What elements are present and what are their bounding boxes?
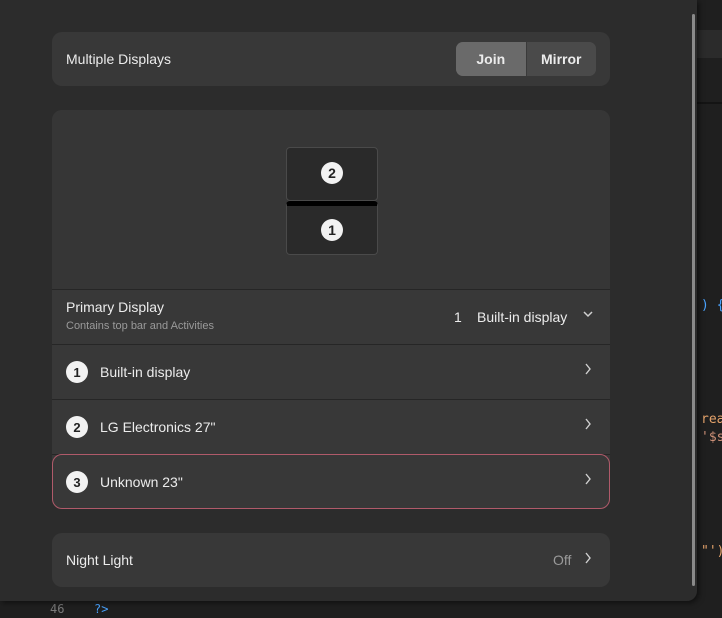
primary-display-title: Primary Display [66,299,165,315]
chevron-right-icon [583,361,593,382]
scrollbar[interactable] [692,14,695,586]
chevron-down-icon[interactable] [582,308,594,323]
monitor-number-badge: 1 [321,219,343,241]
focus-ring [52,454,610,509]
monitor-1-preview[interactable]: 1 [286,201,378,255]
divider [52,289,610,290]
code-fragment: rea [701,412,722,427]
chevron-right-icon [583,550,593,571]
mirror-button[interactable]: Mirror [526,42,596,76]
night-light-status: Off [553,552,572,568]
multiple-displays-label: Multiple Displays [66,51,172,67]
arrangement-canvas: 2 1 [52,110,610,289]
display-mode-toggle: Join Mirror [456,42,596,76]
editor-line-number: 46 [50,602,65,616]
displays-settings-window: Multiple Displays Join Mirror 2 1 Primar… [0,0,697,601]
multiple-displays-row: Multiple Displays Join Mirror [52,32,610,86]
editor-tabbar [697,30,722,58]
code-fragment: "') [701,544,722,559]
night-light-row[interactable]: Night Light Off [52,533,610,587]
chevron-right-icon [583,416,593,437]
night-light-label: Night Light [66,552,133,568]
display-number-badge: 1 [66,361,88,383]
display-number-badge: 2 [66,416,88,438]
editor-divider [697,102,722,104]
code-fragment: ) { [701,298,722,313]
monitor-number-badge: 2 [321,162,343,184]
display-name: Built-in display [100,364,191,380]
monitor-2-preview[interactable]: 2 [286,147,378,201]
primary-display-number: 1 [454,309,462,325]
editor-code-text: ?> [94,602,109,616]
primary-display-subtitle: Contains top bar and Activities [66,320,214,332]
display-arrangement-card: 2 1 Primary Display Contains top bar and… [52,110,610,509]
join-button[interactable]: Join [456,42,527,76]
primary-display-dropdown[interactable]: Built-in display [477,309,567,325]
code-fragment: '$s [701,430,722,445]
display-row-built-in[interactable]: 1 Built-in display [52,345,610,399]
display-name: LG Electronics 27" [100,419,216,435]
display-row-lg-electronics[interactable]: 2 LG Electronics 27" [52,400,610,454]
